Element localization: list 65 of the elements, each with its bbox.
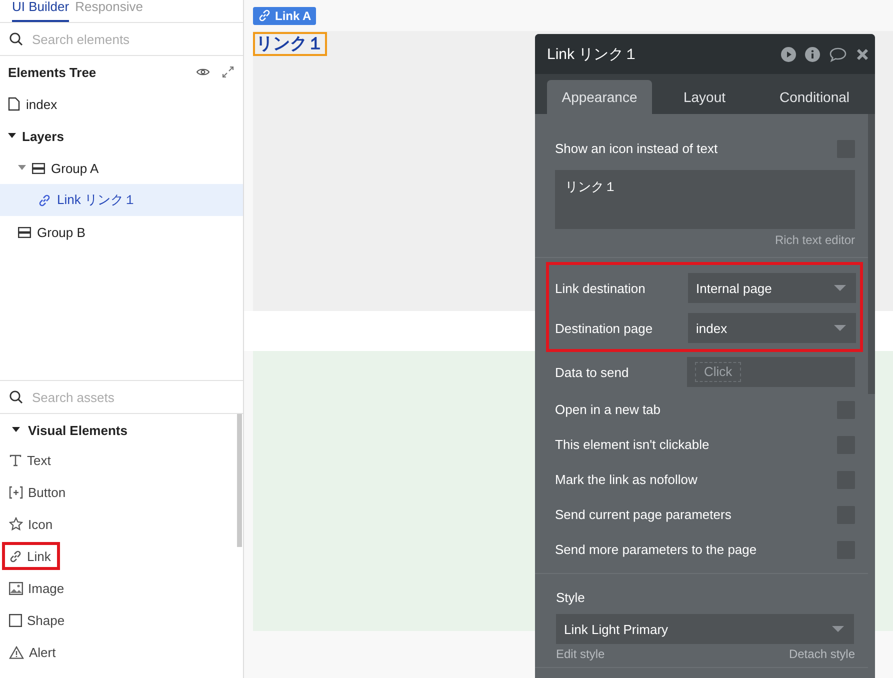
search-field[interactable]: Search assets: [32, 390, 212, 404]
asset-item[interactable]: Link: [2, 542, 60, 570]
expand-icon: [222, 66, 234, 78]
field-label: Send current page parameters: [555, 507, 732, 522]
caret-icon: [18, 165, 26, 171]
field-label: Link destination: [555, 280, 646, 296]
asset-item[interactable]: Text: [2, 446, 60, 474]
document-icon: [8, 97, 20, 111]
asset-item[interactable]: Image: [2, 574, 74, 602]
field-label: Send more parameters to the page: [555, 542, 757, 557]
link-icon: [258, 9, 271, 22]
scrollbar[interactable]: [237, 414, 242, 547]
tree-item[interactable]: Group B: [0, 216, 243, 248]
asset-item[interactable]: Button: [2, 478, 75, 506]
asset-item[interactable]: Alert: [2, 638, 65, 666]
asset-item[interactable]: Shape: [2, 606, 74, 634]
search-icon: [9, 390, 23, 404]
link-element[interactable]: リンク１: [253, 32, 327, 56]
tree-item[interactable]: Layers: [0, 120, 243, 152]
field-label: Data to send: [555, 364, 629, 380]
star-icon: [9, 517, 23, 531]
text-area[interactable]: リンク１: [555, 170, 855, 229]
info-icon[interactable]: [805, 46, 820, 62]
field-label: Style: [556, 590, 586, 605]
close-icon[interactable]: [856, 48, 869, 60]
image-icon: [9, 582, 23, 594]
comment-icon[interactable]: [829, 46, 847, 62]
field-label: This element isn't clickable: [555, 437, 710, 452]
asset-item[interactable]: Icon: [2, 510, 62, 538]
dropdown-arrow-icon: [834, 285, 846, 291]
tree-item[interactable]: index: [0, 88, 243, 120]
tree-item[interactable]: Link リンク１: [0, 184, 243, 216]
field-label: Mark the link as nofollow: [555, 472, 698, 487]
scrollbar[interactable]: [868, 114, 875, 394]
dropdown[interactable]: Internal page: [688, 273, 856, 303]
caret-icon: [8, 133, 16, 139]
field-label: Open in a new tab: [555, 402, 661, 417]
dropdown[interactable]: Link Light Primary: [556, 614, 854, 644]
group-icon: [18, 226, 31, 238]
section-header[interactable]: Visual Elements: [0, 414, 243, 446]
button-icon: [9, 486, 23, 498]
eye-icon: [196, 67, 210, 77]
panel-title: Elements Tree: [8, 64, 96, 80]
field-label: Show an icon instead of text: [555, 141, 718, 156]
panel-title: Link リンク１: [547, 44, 639, 64]
group-icon: [32, 162, 45, 174]
tab[interactable]: Layout: [652, 80, 757, 114]
tab[interactable]: UI Builder: [12, 0, 70, 22]
field-label: Destination page: [555, 320, 653, 336]
search-field[interactable]: Search elements: [32, 32, 212, 46]
tree-item[interactable]: Group A: [0, 152, 243, 184]
warning-icon: [9, 646, 24, 658]
link-icon: [9, 550, 22, 562]
text-icon: [9, 454, 22, 466]
dropdown-arrow-icon: [834, 325, 846, 331]
caret-icon: [12, 427, 20, 433]
element-tag: Link A: [253, 6, 316, 24]
dropdown[interactable]: index: [688, 313, 856, 343]
tab[interactable]: Conditional: [757, 80, 872, 114]
search-icon: [9, 32, 23, 46]
tab[interactable]: Appearance: [547, 80, 652, 114]
dropdown-arrow-icon: [832, 626, 844, 632]
play-icon[interactable]: [781, 46, 796, 62]
link-icon: [38, 194, 51, 206]
square-icon: [9, 614, 22, 626]
